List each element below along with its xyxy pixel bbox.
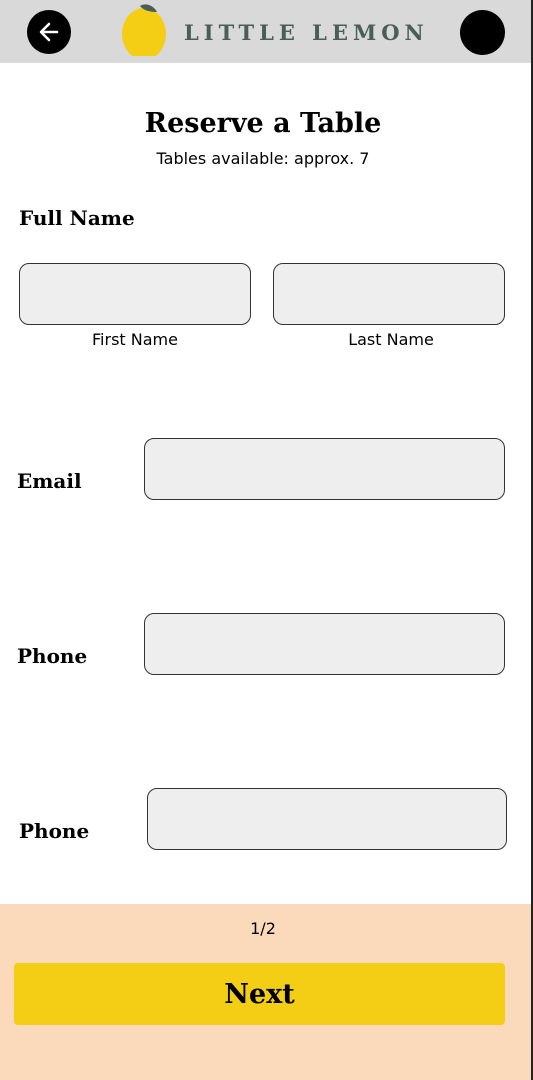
app-screen: LITTLE LEMON Reserve a Table Tables avai… [0, 0, 533, 1080]
lemon-icon [120, 0, 170, 60]
email-label: Email [17, 469, 82, 493]
full-name-label: Full Name [19, 206, 135, 230]
next-button[interactable]: Next [14, 963, 505, 1025]
back-button[interactable] [27, 10, 71, 54]
phone-label: Phone [17, 644, 88, 668]
app-header: LITTLE LEMON [0, 0, 531, 63]
first-name-caption: First Name [92, 330, 178, 349]
email-field[interactable] [144, 438, 505, 500]
tables-available-text: Tables available: approx. 7 [156, 149, 370, 168]
first-name-input[interactable] [19, 263, 251, 325]
last-name-input[interactable] [273, 263, 505, 325]
little-lemon-logo: LITTLE LEMON [120, 0, 429, 63]
second-phone-field[interactable] [147, 788, 507, 850]
avatar[interactable] [460, 10, 505, 55]
last-name-caption: Last Name [348, 330, 434, 349]
step-indicator: 1/2 [250, 919, 276, 938]
page-title: Reserve a Table [144, 108, 382, 139]
form-footer: 1/2 Next [0, 904, 531, 1080]
phone-field[interactable] [144, 613, 505, 675]
brand-name: LITTLE LEMON [184, 20, 429, 45]
second-phone-label: Phone [19, 819, 90, 843]
arrow-left-icon [39, 22, 59, 42]
